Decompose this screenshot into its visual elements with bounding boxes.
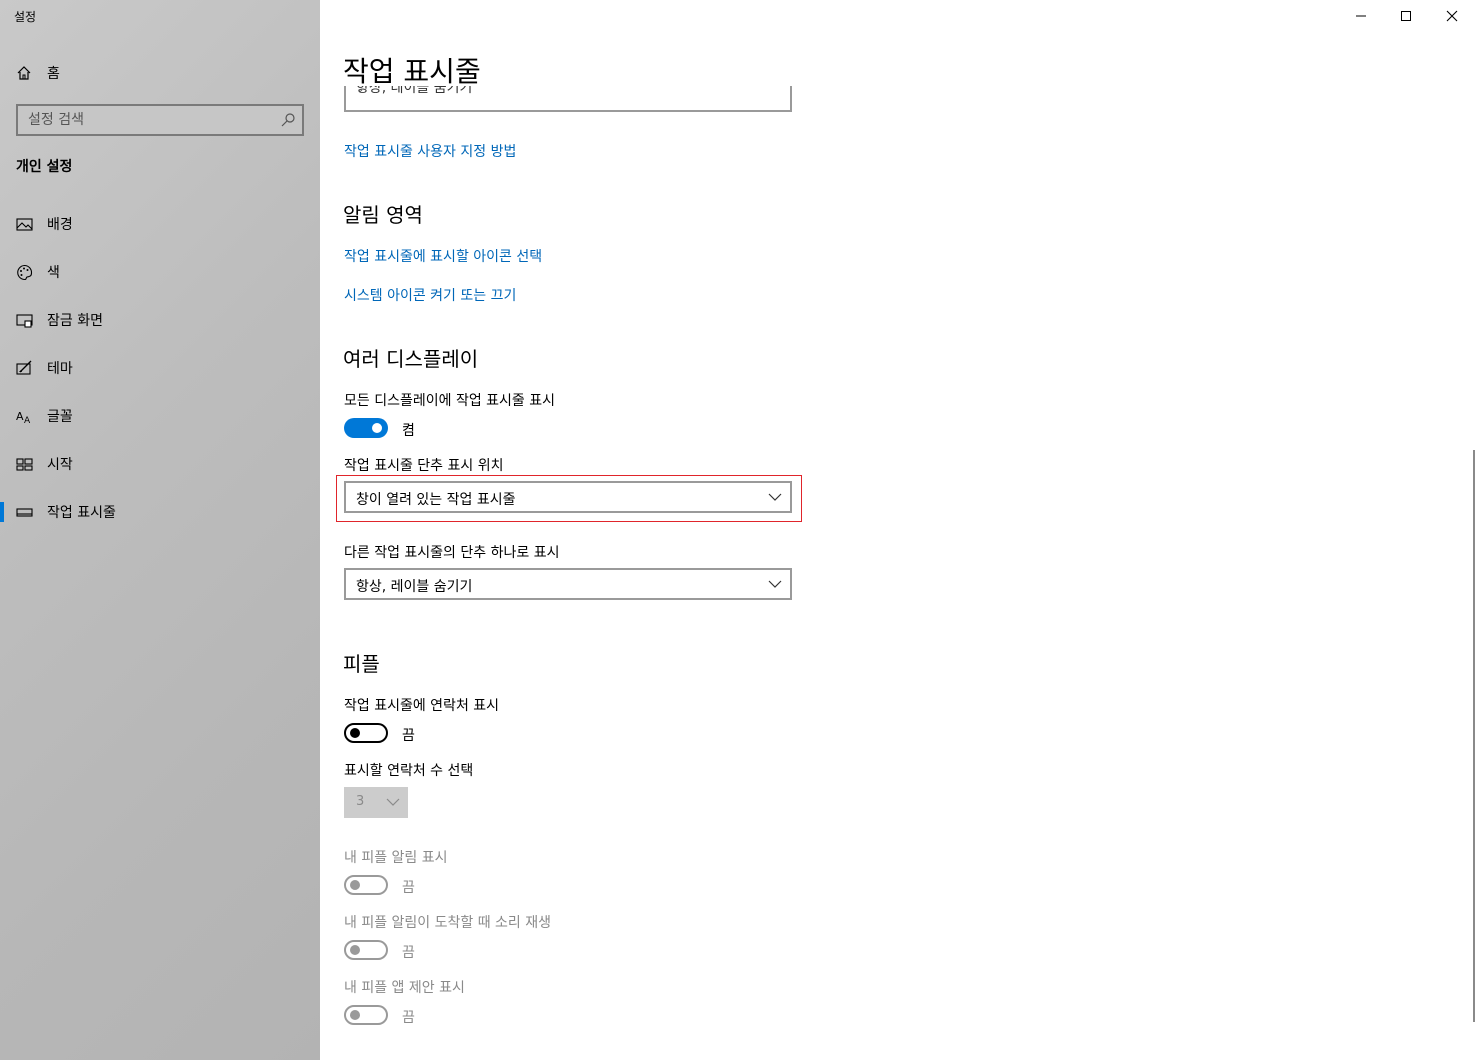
start-icon [15,455,33,473]
section-title: 개인 설정 [16,159,73,175]
combine-buttons-dropdown-partial[interactable]: 항상, 레이블 숨기기 ⌄ [344,86,792,112]
sidebar-item-label: 글꼴 [47,409,73,425]
sidebar-item-start[interactable]: 시작 [0,444,320,484]
play-sound-state: 끔 [402,945,415,961]
sidebar-item-fonts[interactable]: AA 글꼴 [0,396,320,436]
close-button[interactable] [1429,0,1475,32]
svg-text:A: A [24,416,31,425]
system-icons-link[interactable]: 시스템 아이콘 켜기 또는 끄기 [344,285,516,305]
page-title: 작업 표시줄 [343,55,481,88]
picture-icon [15,215,33,233]
show-suggestions-toggle[interactable] [344,1005,388,1025]
search-box[interactable] [16,104,304,136]
sidebar-item-background[interactable]: 배경 [0,204,320,244]
people-heading: 피플 [343,652,380,676]
svg-text:A: A [16,410,24,423]
sidebar-item-label: 시작 [47,457,73,473]
app-title: 설정 [14,10,37,24]
maximize-button[interactable] [1383,0,1429,32]
contact-count-dropdown[interactable]: 3 [344,787,408,818]
show-contacts-state: 끔 [402,728,415,744]
minimize-icon [1356,15,1366,17]
chevron-down-icon [768,580,782,588]
main-content: 작업 표시줄 항상, 레이블 숨기기 ⌄ 작업 표시줄 사용자 지정 방법 알림… [320,0,1475,1060]
show-contacts-toggle[interactable] [344,723,388,743]
theme-icon [15,359,33,377]
show-notifications-label: 내 피플 알림 표시 [344,850,448,866]
combine-buttons-dropdown[interactable]: 항상, 레이블 숨기기 [344,568,792,600]
show-all-displays-state: 켬 [402,423,415,439]
sidebar-item-label: 잠금 화면 [47,313,103,329]
customize-taskbar-link[interactable]: 작업 표시줄 사용자 지정 방법 [344,141,516,161]
toggle-knob [350,1010,360,1020]
sidebar-item-label: 색 [47,265,60,281]
font-icon: AA [15,407,33,425]
select-icons-link[interactable]: 작업 표시줄에 표시할 아이콘 선택 [344,246,542,266]
combine-buttons-label: 다른 작업 표시줄의 단추 하나로 표시 [344,545,560,561]
sidebar-item-themes[interactable]: 테마 [0,348,320,388]
home-icon [17,66,31,80]
sidebar-item-label: 배경 [47,217,73,233]
notification-area-heading: 알림 영역 [343,203,423,227]
search-icon[interactable] [280,112,296,128]
play-sound-toggle[interactable] [344,940,388,960]
minimize-button[interactable] [1338,0,1384,32]
show-suggestions-label: 내 피플 앱 제안 표시 [344,980,465,996]
contact-count-label: 표시할 연락처 수 선택 [344,763,474,779]
multiple-displays-heading: 여러 디스플레이 [343,347,479,371]
show-suggestions-state: 끔 [402,1010,415,1026]
toggle-knob [350,880,360,890]
toggle-knob [350,728,360,738]
taskbar-icon [15,503,33,521]
sidebar-item-label: 작업 표시줄 [47,505,116,521]
sidebar: 설정 홈 개인 설정 배경 색 잠금 화면 테마 AA 글꼴 시작 작업 표시줄 [0,0,320,1060]
dropdown-value: 3 [356,794,365,809]
maximize-icon [1401,11,1411,21]
chevron-down-icon [386,798,400,806]
palette-icon [15,263,33,281]
play-sound-label: 내 피플 알림이 도착할 때 소리 재생 [344,915,552,931]
home-nav-item[interactable]: 홈 [16,62,60,84]
toggle-knob [350,945,360,955]
buttons-position-dropdown[interactable]: 창이 열려 있는 작업 표시줄 [344,481,792,513]
close-icon [1446,10,1458,22]
sidebar-item-color[interactable]: 색 [0,252,320,292]
show-notifications-state: 끔 [402,880,415,896]
show-all-displays-toggle[interactable] [344,418,388,438]
home-label: 홈 [47,66,60,82]
show-notifications-toggle[interactable] [344,875,388,895]
show-contacts-label: 작업 표시줄에 연락처 표시 [344,698,500,714]
chevron-down-icon: ⌄ [356,86,365,95]
toggle-knob [372,423,382,433]
show-all-displays-label: 모든 디스플레이에 작업 표시줄 표시 [344,393,555,409]
buttons-position-label: 작업 표시줄 단추 표시 위치 [344,458,504,474]
sidebar-item-lock-screen[interactable]: 잠금 화면 [0,300,320,340]
chevron-down-icon [768,493,782,501]
search-input[interactable] [28,110,268,130]
dropdown-value: 항상, 레이블 숨기기 [356,579,473,595]
sidebar-item-taskbar[interactable]: 작업 표시줄 [0,492,320,532]
dropdown-value: 창이 열려 있는 작업 표시줄 [356,492,516,508]
sidebar-item-label: 테마 [47,361,73,377]
lock-screen-icon [15,311,33,329]
